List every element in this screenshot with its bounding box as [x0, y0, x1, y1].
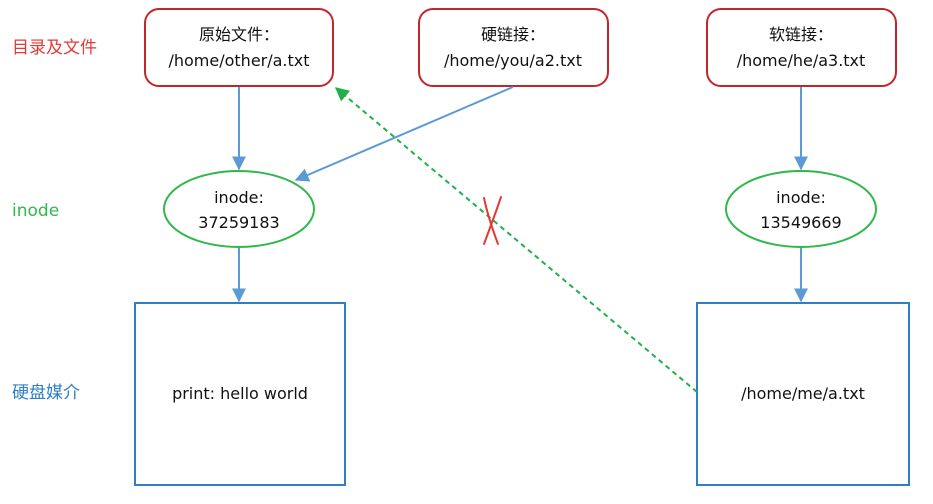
row-label-directory: 目录及文件 — [12, 38, 97, 58]
file-node-hardlink-path: /home/you/a2.txt — [444, 51, 582, 70]
disk-block-original: print: hello world — [134, 302, 346, 486]
inode-node-softlink-number: 13549669 — [760, 213, 841, 232]
inode-node-softlink-label: inode: — [776, 188, 826, 207]
inode-node-softlink: inode: 13549669 — [725, 170, 877, 248]
dashed-softlink-pointer — [334, 87, 698, 393]
file-node-original-path: /home/other/a.txt — [168, 51, 309, 70]
disk-block-softlink-content: /home/me/a.txt — [741, 384, 865, 403]
disk-block-softlink: /home/me/a.txt — [696, 302, 910, 486]
file-node-softlink-path: /home/he/a3.txt — [737, 51, 866, 70]
disk-block-original-content: print: hello world — [172, 384, 308, 403]
arrow-hardlink-to-inode — [294, 86, 514, 182]
cross-mark-icon — [483, 196, 502, 245]
row-label-disk: 硬盘媒介 — [12, 383, 80, 403]
file-node-softlink: 软链接： /home/he/a3.txt — [706, 8, 897, 87]
file-node-softlink-title: 软链接： — [769, 25, 833, 44]
inode-node-original: inode: 37259183 — [163, 170, 315, 248]
file-node-hardlink-title: 硬链接： — [481, 25, 545, 44]
file-node-hardlink: 硬链接： /home/you/a2.txt — [418, 8, 609, 87]
row-label-inode: inode — [12, 201, 59, 221]
file-node-original-title: 原始文件： — [199, 25, 279, 44]
link-diagram: 目录及文件 inode 硬盘媒介 原始文件： /home/other/a.txt… — [12, 8, 910, 486]
file-node-original: 原始文件： /home/other/a.txt — [144, 8, 334, 87]
inode-node-original-number: 37259183 — [198, 213, 279, 232]
inode-node-original-label: inode: — [214, 188, 264, 207]
